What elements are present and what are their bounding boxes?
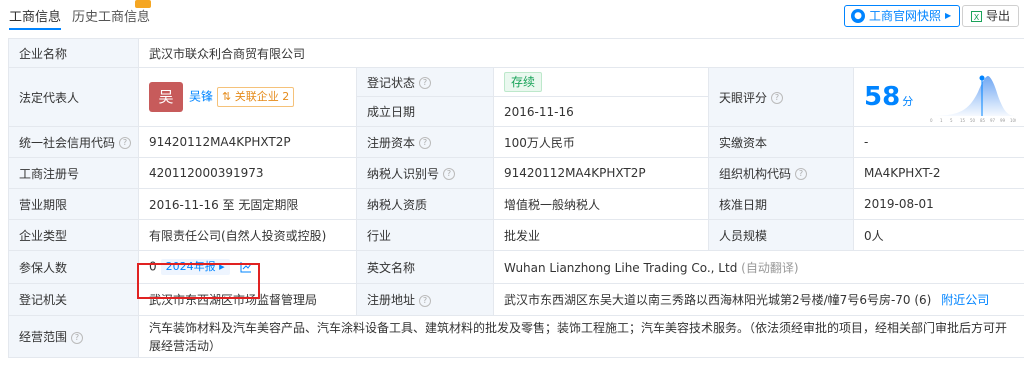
insured-label: 参保人数 xyxy=(8,250,139,284)
address-label-cell: 注册地址? xyxy=(356,283,494,316)
credit-code-value: 91420112MA4KPHXT2P xyxy=(138,126,357,158)
auto-translate-note: (自动翻译) xyxy=(741,260,799,275)
scope-label-cell: 经营范围? xyxy=(8,315,139,358)
vip-badge-icon xyxy=(135,0,151,8)
address-label: 注册地址 xyxy=(367,293,416,307)
score-tick-label: 85 xyxy=(980,118,986,123)
staff-size-label: 人员规模 xyxy=(708,219,854,251)
score-tick-label: 99 xyxy=(1000,118,1006,123)
score-label: 天眼评分 xyxy=(719,90,768,105)
score-tick-label: 50 xyxy=(970,118,976,123)
help-icon[interactable]: ? xyxy=(419,137,432,149)
legal-rep-label: 法定代表人 xyxy=(8,67,139,127)
help-icon[interactable]: ? xyxy=(795,168,808,180)
org-code-label: 组织机构代码 xyxy=(719,166,792,181)
credit-code-label-cell: 统一社会信用代码? xyxy=(8,126,139,158)
legal-rep-cell: 吴吴锋 ⇅ 关联企业 2 xyxy=(138,67,357,127)
english-name-value: Wuhan Lianzhong Lihe Trading Co., Ltd xyxy=(504,260,738,275)
score-distribution-chart: 0151550859799100 xyxy=(928,75,1017,123)
score-value: 58 xyxy=(864,82,901,112)
company-name-label: 企业名称 xyxy=(8,38,139,68)
help-icon[interactable]: ? xyxy=(419,77,432,89)
score-tick-label: 1 xyxy=(940,118,943,123)
highlight-box xyxy=(137,263,260,299)
reg-capital-value: 100万人民币 xyxy=(493,126,709,158)
term-label: 营业期限 xyxy=(8,188,139,220)
founded-value: 2016-11-16 xyxy=(493,96,709,127)
taxpayer-id-label: 纳税人识别号 xyxy=(367,166,440,181)
tab-business-info[interactable]: 工商信息 xyxy=(9,6,62,30)
score-tick-label: 97 xyxy=(990,118,996,123)
taxpayer-id-label-cell: 纳税人识别号? xyxy=(356,157,494,189)
legal-rep-name-link[interactable]: 吴锋 xyxy=(189,90,213,104)
authority-label: 登记机关 xyxy=(8,283,139,316)
company-type-label: 企业类型 xyxy=(8,219,139,251)
taxpayer-qual-value: 增值税一般纳税人 xyxy=(493,188,709,220)
score-tick-label: 100 xyxy=(1010,118,1016,123)
help-icon[interactable]: ? xyxy=(119,137,132,149)
industry-label: 行业 xyxy=(356,219,494,251)
term-value: 2016-11-16 至 无固定期限 xyxy=(138,188,357,220)
nearby-companies-link[interactable]: 附近公司 xyxy=(941,293,989,307)
reg-number-label: 工商注册号 xyxy=(8,157,139,189)
address-value: 武汉市东西湖区东吴大道以南三秀路以西海林阳光城第2号楼/幢7号6号房-70 (6… xyxy=(504,293,932,307)
english-name-label: 英文名称 xyxy=(356,250,494,284)
founded-label: 成立日期 xyxy=(356,96,494,127)
english-name-cell: Wuhan Lianzhong Lihe Trading Co., Ltd (自… xyxy=(492,250,1024,284)
industry-value: 批发业 xyxy=(493,219,709,251)
reg-status-cell: 存续 xyxy=(493,67,709,97)
score-cell[interactable]: 58分 0151550859799100 xyxy=(852,67,1024,127)
credit-code-label: 统一社会信用代码 xyxy=(19,135,116,150)
avatar: 吴 xyxy=(149,82,183,112)
score-tick-label: 0 xyxy=(930,118,933,123)
scope-value: 汽车装饰材料及汽车美容产品、汽车涂料设备工具、建筑材料的批发及零售；装饰工程施工… xyxy=(137,315,1024,358)
tab-bar: 工商信息 历史工商信息 ● 工商官网快照 ▶ X 导出 xyxy=(0,0,1024,36)
snapshot-button[interactable]: ● 工商官网快照 ▶ xyxy=(844,5,961,27)
snapshot-label: 工商官网快照 xyxy=(869,9,942,23)
help-icon[interactable]: ? xyxy=(771,92,784,104)
related-companies-tag[interactable]: ⇅ 关联企业 2 xyxy=(217,87,295,107)
business-info-table: 企业名称 武汉市联众利合商贸有限公司 法定代表人 吴吴锋 ⇅ 关联企业 2 登记状… xyxy=(8,38,1024,358)
org-code-value: MA4KPHXT-2 xyxy=(852,157,1024,189)
help-icon[interactable]: ? xyxy=(419,294,432,307)
org-code-label-cell: 组织机构代码? xyxy=(708,157,854,189)
approval-date-value: 2019-08-01 xyxy=(852,188,1024,220)
reg-capital-label-cell: 注册资本? xyxy=(356,126,494,158)
tab-history-business-info[interactable]: 历史工商信息 xyxy=(72,6,150,25)
reg-status-label-cell: 登记状态? xyxy=(356,67,494,97)
export-button[interactable]: X 导出 xyxy=(962,5,1020,27)
paid-capital-label: 实缴资本 xyxy=(708,126,854,158)
reg-number-value: 420112000391973 xyxy=(138,157,357,189)
company-type-value: 有限责任公司(自然人投资或控股) xyxy=(138,219,357,251)
export-label: 导出 xyxy=(986,9,1011,23)
taxpayer-id-value: 91420112MA4KPHXT2P xyxy=(493,157,709,189)
score-unit: 分 xyxy=(902,95,914,108)
score-tick-label: 15 xyxy=(960,118,966,123)
score-label-cell: 天眼评分? xyxy=(708,67,854,127)
score-tick-label: 5 xyxy=(950,118,953,123)
help-icon[interactable]: ? xyxy=(443,168,456,180)
scope-label: 经营范围 xyxy=(19,330,68,344)
excel-icon: X xyxy=(971,10,982,22)
related-label: 关联企业 xyxy=(234,90,279,103)
score-ticks: 0151550859799100 xyxy=(930,118,1016,123)
taxpayer-qual-label: 纳税人资质 xyxy=(356,188,494,220)
related-count: 2 xyxy=(282,90,290,103)
reg-status-label: 登记状态 xyxy=(367,75,416,90)
reg-capital-label: 注册资本 xyxy=(367,135,416,150)
paid-capital-value: - xyxy=(852,126,1024,158)
company-name-value: 武汉市联众利合商贸有限公司 xyxy=(137,38,1024,68)
caret-right-icon: ▶ xyxy=(945,11,952,20)
approval-date-label: 核准日期 xyxy=(708,188,854,220)
help-icon[interactable]: ? xyxy=(71,331,84,344)
status-badge: 存续 xyxy=(504,72,543,92)
staff-size-value: 0人 xyxy=(852,219,1024,251)
address-cell: 武汉市东西湖区东吴大道以南三秀路以西海林阳光城第2号楼/幢7号6号房-70 (6… xyxy=(492,283,1024,316)
user-icon: ● xyxy=(851,9,865,23)
